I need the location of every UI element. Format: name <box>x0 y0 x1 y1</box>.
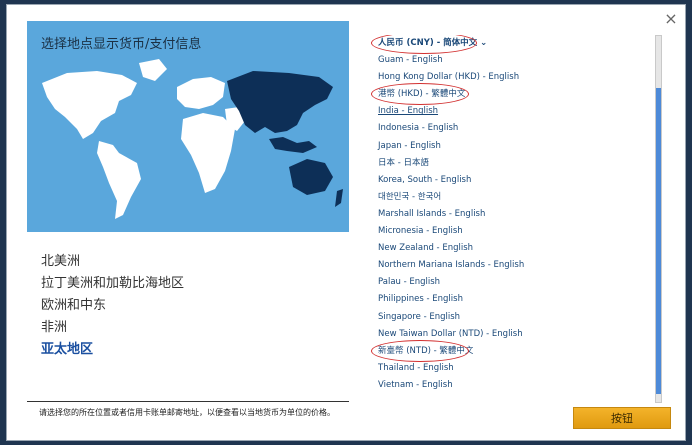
country-item[interactable]: India - English <box>368 103 656 120</box>
australia-land <box>289 159 333 195</box>
country-item[interactable]: Micronesia - English <box>368 223 656 240</box>
country-item[interactable]: Marshall Islands - English <box>368 206 656 223</box>
new-zealand-land <box>335 189 343 207</box>
country-item-label: New Zealand - English <box>378 243 474 254</box>
country-item-label: Vietnam - English <box>378 379 453 390</box>
south-america-land <box>97 141 141 219</box>
country-item[interactable]: 新臺幣 (NTD) - 繁體中文 <box>368 339 656 362</box>
country-item-label: Marshall Islands - English <box>378 208 486 219</box>
country-item[interactable]: Japan - English <box>368 138 656 155</box>
country-item[interactable]: Palau - English <box>368 274 656 291</box>
country-item[interactable]: 대한민국 - 한국어 <box>368 189 656 206</box>
region-list: 北美洲 拉丁美洲和加勒比海地区 欧洲和中东 非洲 亚太地区 <box>41 251 184 361</box>
country-item-label: India - English <box>378 106 439 117</box>
southeast-asia-islands <box>269 137 317 153</box>
country-item[interactable]: Hong Kong Dollar (HKD) - English <box>368 69 656 86</box>
country-item[interactable]: Thailand - English <box>368 360 656 377</box>
country-list-scrollbar[interactable] <box>655 35 662 403</box>
country-item-label: Micronesia - English <box>378 226 463 237</box>
country-item-label: 港幣 (HKD) - 繁體中文 <box>378 89 466 100</box>
country-item-label: Hong Kong Dollar (HKD) - English <box>378 72 520 83</box>
country-item-label: Philippines - English <box>378 294 463 305</box>
region-map-panel: 选择地点显示货币/支付信息 <box>27 21 349 232</box>
country-item-label: Korea, South - English <box>378 174 472 185</box>
region-item[interactable]: 拉丁美洲和加勒比海地区 <box>41 273 184 295</box>
country-item-label: Japan - English <box>378 140 441 151</box>
region-item[interactable]: 亚太地区 <box>41 339 184 361</box>
country-item-label: Singapore - English <box>378 311 461 322</box>
region-item[interactable]: 北美洲 <box>41 251 184 273</box>
region-item[interactable]: 非洲 <box>41 317 184 339</box>
country-item[interactable]: 人民币 (CNY) - 简体中文 ⌄ <box>368 35 656 54</box>
africa-land <box>181 113 235 193</box>
country-item[interactable]: Guam - English <box>368 52 656 69</box>
chevron-down-icon: ⌄ <box>477 38 488 48</box>
country-list-container[interactable]: 人民币 (CNY) - 简体中文 ⌄ Guam - English Hong Kon… <box>368 35 656 403</box>
map-title: 选择地点显示货币/支付信息 <box>41 37 202 52</box>
scrollbar-thumb[interactable] <box>656 88 661 394</box>
country-item-label: Guam - English <box>378 55 443 66</box>
country-item-label: Northern Mariana Islands - English <box>378 260 525 271</box>
country-item[interactable]: 港幣 (HKD) - 繁體中文 <box>368 83 656 106</box>
world-map[interactable] <box>27 21 349 232</box>
europe-land <box>177 77 225 109</box>
country-item[interactable]: Korea, South - English <box>368 172 656 189</box>
asia-pacific-region <box>227 71 333 133</box>
country-item-label: 日本 - 日本語 <box>378 157 429 168</box>
greenland-land <box>139 59 167 81</box>
country-item-label: 대한민국 - 한국어 <box>378 191 442 202</box>
country-item[interactable]: Northern Mariana Islands - English <box>368 257 656 274</box>
region-item[interactable]: 欧洲和中东 <box>41 295 184 317</box>
location-dialog: × 选择地点显示货币/支付信息 北美洲 拉丁美洲和加勒比海地区 欧洲和中东 非洲 亚太地… <box>6 4 686 441</box>
divider <box>27 401 349 402</box>
footnote-text: 请选择您的所在位置或者信用卡账单邮寄地址，以便查看以当地货币为单位的价格。 <box>39 408 335 417</box>
close-icon[interactable]: × <box>663 11 679 27</box>
country-item-label: Indonesia - English <box>378 123 459 134</box>
country-item-label: 新臺幣 (NTD) - 繁體中文 <box>378 345 474 356</box>
country-item[interactable]: Indonesia - English <box>368 120 656 137</box>
country-item[interactable]: Philippines - English <box>368 291 656 308</box>
country-item[interactable]: Singapore - English <box>368 309 656 326</box>
country-item-label: New Taiwan Dollar (NTD) - English <box>378 328 523 339</box>
country-list: 人民币 (CNY) - 简体中文 ⌄ Guam - English Hong Kon… <box>368 35 656 394</box>
country-item[interactable]: New Taiwan Dollar (NTD) - English <box>368 326 656 343</box>
north-america-land <box>42 71 137 139</box>
country-item-label: Thailand - English <box>378 362 454 373</box>
country-item[interactable]: 日本 - 日本語 <box>368 155 656 172</box>
country-item[interactable]: Vietnam - English <box>368 377 656 394</box>
country-item-label: 人民币 (CNY) - 简体中文 <box>378 38 478 48</box>
confirm-button[interactable]: 按钮 <box>573 407 671 429</box>
country-item-label: Palau - English <box>378 277 441 288</box>
country-item[interactable]: New Zealand - English <box>368 240 656 257</box>
